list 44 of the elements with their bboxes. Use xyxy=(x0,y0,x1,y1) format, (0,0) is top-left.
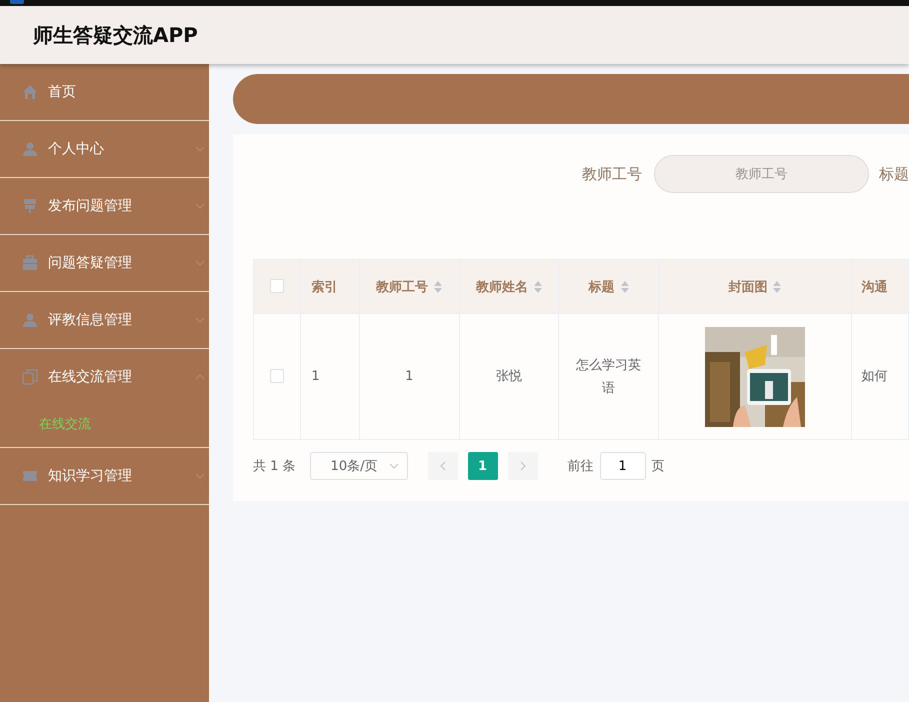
field-label: 教师工号 xyxy=(582,164,642,184)
table-cell-text: 1 xyxy=(405,368,414,386)
total-count: 共 1 条 xyxy=(253,458,296,475)
menu-item[interactable]: 知识学习管理 xyxy=(0,448,209,504)
next-page-button[interactable] xyxy=(508,452,538,480)
user-icon xyxy=(22,141,38,157)
ticket-icon xyxy=(22,468,38,484)
column-header[interactable]: 沟通 xyxy=(862,278,888,296)
table-cell-text: 张悦 xyxy=(496,368,522,386)
column-header[interactable]: 标题 xyxy=(588,278,629,296)
user-icon xyxy=(22,312,38,328)
menu-item[interactable]: 首页 xyxy=(0,64,209,120)
field-label: 标题 xyxy=(879,164,909,184)
app-title: 师生答疑交流APP xyxy=(33,22,198,48)
sort-icon xyxy=(534,280,542,292)
chevron-right-icon xyxy=(520,461,526,471)
column-header[interactable]: 索引 xyxy=(311,278,338,296)
app-icon xyxy=(10,0,24,4)
page-number-field[interactable]: 1 xyxy=(600,452,646,480)
checkbox[interactable] xyxy=(270,369,284,384)
sort-icon xyxy=(434,280,442,292)
table-cell-text: 怎么学习英语 xyxy=(575,356,642,398)
pin-icon xyxy=(22,198,38,214)
page-unit-label: 页 xyxy=(652,458,665,475)
chevron-left-icon xyxy=(440,461,446,471)
search-field[interactable]: 教师工号 xyxy=(654,155,869,193)
menu-item[interactable]: 发布问题管理 xyxy=(0,178,209,234)
page-size-select[interactable]: 10条/页 xyxy=(310,452,408,480)
briefcase-icon xyxy=(22,255,38,271)
goto-label: 前往 xyxy=(568,458,594,475)
sort-icon xyxy=(620,280,629,292)
table-cell-text: 1 xyxy=(311,368,320,386)
sort-icon xyxy=(773,280,782,292)
menu-item[interactable]: 个人中心 xyxy=(0,121,209,177)
copy-icon xyxy=(22,369,38,385)
menu-item[interactable]: 问题答疑管理 xyxy=(0,235,209,291)
column-header[interactable]: 封面图 xyxy=(728,278,782,296)
chevron-down-icon xyxy=(388,463,399,469)
page-button[interactable]: 1 xyxy=(468,452,498,480)
menu-item[interactable]: 评教信息管理 xyxy=(0,292,209,348)
home-icon xyxy=(22,84,38,100)
previous-page-button[interactable] xyxy=(428,452,458,480)
table-cell-text: 如何 xyxy=(862,368,888,386)
checkbox[interactable] xyxy=(270,279,284,294)
